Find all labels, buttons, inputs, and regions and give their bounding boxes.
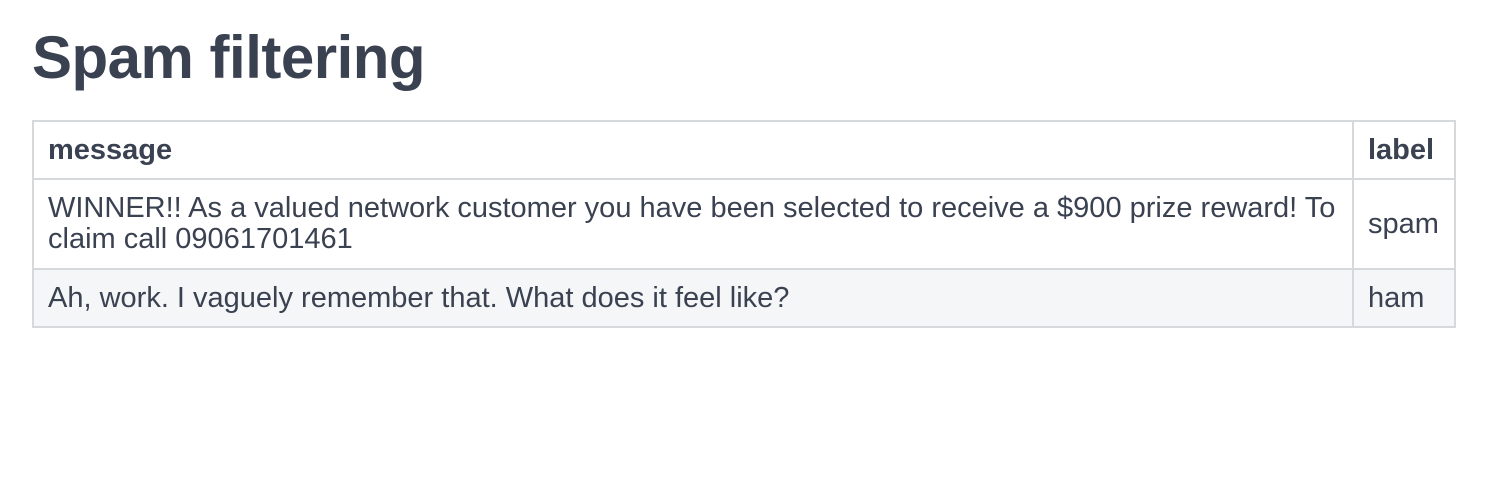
message-cell: WINNER!! As a valued network customer yo…	[32, 178, 1354, 270]
page-title: Spam filtering	[32, 24, 426, 91]
header-row: message label	[32, 120, 1456, 180]
column-header-label: label	[1352, 120, 1456, 180]
data-table: message label WINNER!! As a valued netwo…	[32, 120, 1456, 328]
label-cell: ham	[1352, 268, 1456, 328]
message-cell: Ah, work. I vaguely remember that. What …	[32, 268, 1354, 328]
page: Spam filtering message label WINNER!! As…	[0, 0, 1494, 496]
table-header: message label	[32, 120, 1456, 180]
label-cell: spam	[1352, 178, 1456, 270]
table-body: WINNER!! As a valued network customer yo…	[32, 178, 1456, 328]
table-row: Ah, work. I vaguely remember that. What …	[32, 268, 1456, 328]
column-header-message: message	[32, 120, 1354, 180]
table-row: WINNER!! As a valued network customer yo…	[32, 178, 1456, 270]
